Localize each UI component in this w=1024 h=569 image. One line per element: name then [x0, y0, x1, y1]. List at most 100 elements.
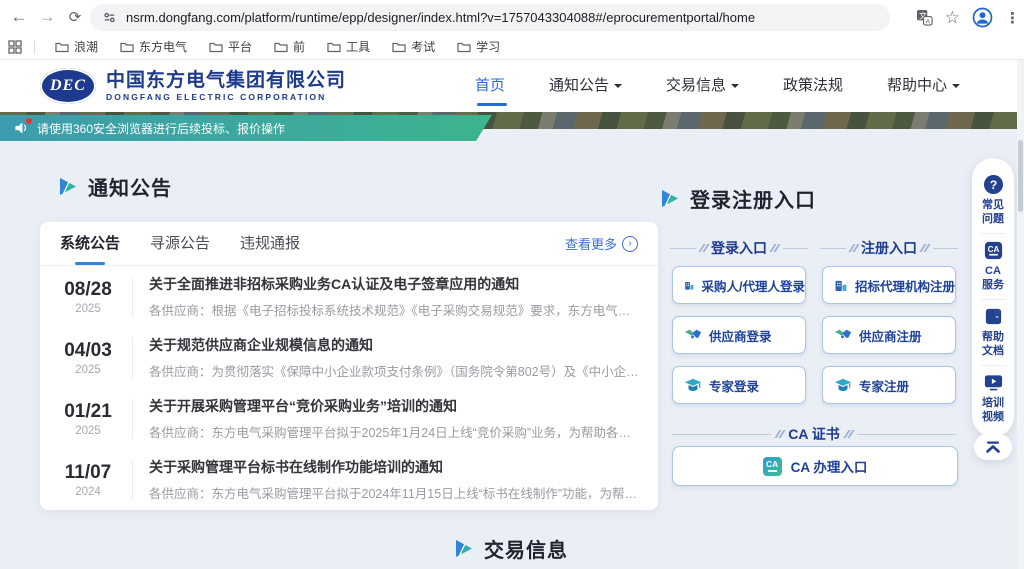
notice-date: 08/28 2025 — [60, 279, 116, 315]
notice-row[interactable]: 04/03 2025 关于规范供应商企业规模信息的通知 各供应商：为贯彻落实《保… — [40, 327, 658, 388]
bookmark-label: 浪潮 — [74, 38, 98, 55]
chevron-down-icon — [614, 84, 622, 92]
notice-desc: 各供应商：为贯彻落实《保障中小企业款项支付条例》（国务院令第802号）及《中小企… — [149, 361, 640, 380]
notice-title[interactable]: 关于规范供应商企业规模信息的通知 — [149, 335, 640, 355]
training-videos-item[interactable]: 培训视频 — [972, 366, 1014, 431]
notice-body: 关于全面推进非招标采购业务CA认证及电子签章应用的通知 各供应商：根据《电子招标… — [149, 274, 640, 319]
nav-help-center[interactable]: 帮助中心 — [887, 60, 960, 112]
chevron-right-circle-icon: › — [622, 236, 638, 252]
view-more-link[interactable]: 查看更多 › — [565, 234, 638, 253]
ca-badge-icon: CA — [763, 457, 782, 476]
video-icon — [982, 371, 1004, 393]
notice-divider — [132, 460, 133, 500]
login-entry-divider: 登录入口 — [670, 238, 808, 258]
nav-policies[interactable]: 政策法规 — [783, 60, 843, 112]
handshake-icon — [684, 327, 702, 343]
company-name-cn: 中国东方电气集团有限公司 — [106, 70, 346, 92]
ca-apply-button[interactable]: CA CA 办理入口 — [672, 446, 958, 486]
ca-service-item[interactable]: CA CA服务 — [972, 234, 1014, 299]
bookmark-folder[interactable]: 前 — [266, 36, 313, 57]
bidding-agency-register-button[interactable]: 招标代理机构注册 — [822, 266, 956, 304]
folder-icon — [392, 41, 406, 53]
register-entry-header: 注册入口 — [861, 238, 917, 258]
building-icon — [834, 277, 848, 294]
trade-section-heading: 交易信息 — [456, 534, 568, 563]
tab-sourcing-notices[interactable]: 寻源公告 — [150, 222, 210, 265]
graduation-cap-icon — [834, 377, 852, 393]
apps-grid-icon[interactable] — [8, 40, 22, 54]
supplier-register-button[interactable]: 供应商注册 — [822, 316, 956, 354]
bookmark-folder[interactable]: 考试 — [384, 36, 443, 57]
translate-icon[interactable]: 文 A — [916, 9, 933, 26]
chevron-up-icon — [985, 441, 1001, 453]
notice-body: 关于规范供应商企业规模信息的通知 各供应商：为贯彻落实《保障中小企业款项支付条例… — [149, 335, 640, 380]
notice-date: 04/03 2025 — [60, 340, 116, 376]
question-icon: ? — [982, 173, 1004, 195]
notice-title[interactable]: 关于全面推进非招标采购业务CA认证及电子签章应用的通知 — [149, 274, 640, 294]
graduation-cap-icon — [684, 377, 702, 393]
nav-trade-info[interactable]: 交易信息 — [666, 60, 739, 112]
menu-kebab-icon[interactable]: ⋮ — [1005, 9, 1020, 27]
bookmark-label: 东方电气 — [139, 38, 187, 55]
trade-section: 交易信息 — [0, 534, 1024, 563]
login-section-title: 登录注册入口 — [690, 184, 816, 213]
help-docs-item[interactable]: 帮助文档 — [972, 300, 1014, 365]
faq-item[interactable]: ? 常见问题 — [972, 168, 1014, 233]
expert-register-button[interactable]: 专家注册 — [822, 366, 956, 404]
notification-dot — [26, 118, 32, 124]
notice-title[interactable]: 关于开展采购管理平台“竞价采购业务”培训的通知 — [149, 396, 640, 416]
ca-icon: CA — [982, 239, 1004, 261]
forward-icon[interactable]: → — [34, 4, 60, 30]
reload-icon[interactable]: ⟳ — [62, 4, 88, 30]
login-entry-header: 登录入口 — [711, 238, 767, 258]
notices-section-title: 通知公告 — [88, 172, 172, 201]
bookmark-label: 工具 — [346, 38, 370, 55]
back-icon[interactable]: ← — [6, 4, 32, 30]
logo-text: 中国东方电气集团有限公司 DONGFANG ELECTRIC CORPORATI… — [106, 70, 346, 102]
notice-desc: 各供应商：东方电气采购管理平台拟于2024年11月15日上线“标书在线制作”功能… — [149, 483, 640, 502]
bookmark-label: 前 — [293, 38, 305, 55]
nav-notices[interactable]: 通知公告 — [549, 60, 622, 112]
profile-avatar-icon[interactable] — [972, 7, 993, 28]
scrollbar-thumb[interactable] — [1018, 140, 1023, 212]
notice-desc: 各供应商：东方电气采购管理平台拟于2025年1月24日上线“竞价采购”业务，为帮… — [149, 422, 640, 441]
notice-row[interactable]: 01/21 2025 关于开展采购管理平台“竞价采购业务”培训的通知 各供应商：… — [40, 388, 658, 449]
bookmark-folder[interactable]: 平台 — [201, 36, 260, 57]
register-entry-divider: 注册入口 — [820, 238, 958, 258]
bookmark-label: 考试 — [411, 38, 435, 55]
notice-desc: 各供应商：根据《电子招标投标系统技术规范》《电子采购交易规范》要求，东方电气采购… — [149, 300, 640, 319]
bookmark-folder[interactable]: 东方电气 — [112, 36, 195, 57]
scrollbar-track[interactable] — [1017, 60, 1024, 569]
bookmark-folder[interactable]: 工具 — [319, 36, 378, 57]
purchaser-agent-login-button[interactable]: 采购人/代理人登录 — [672, 266, 806, 304]
notice-title[interactable]: 关于采购管理平台标书在线制作功能培训的通知 — [149, 457, 640, 477]
notice-body: 关于采购管理平台标书在线制作功能培训的通知 各供应商：东方电气采购管理平台拟于2… — [149, 457, 640, 502]
supplier-login-button[interactable]: 供应商登录 — [672, 316, 806, 354]
chevron-down-icon — [952, 84, 960, 92]
folder-icon — [55, 41, 69, 53]
svg-text:CA: CA — [987, 244, 999, 253]
url-bar[interactable]: nsrm.dongfang.com/platform/runtime/epp/d… — [90, 4, 890, 31]
trade-section-title: 交易信息 — [484, 534, 568, 563]
bookmark-folder[interactable]: 学习 — [449, 36, 508, 57]
notice-row[interactable]: 11/07 2024 关于采购管理平台标书在线制作功能培训的通知 各供应商：东方… — [40, 449, 658, 510]
tab-violation-reports[interactable]: 违规通报 — [240, 222, 300, 265]
tab-system-notices[interactable]: 系统公告 — [60, 222, 120, 265]
login-section-heading: 登录注册入口 — [662, 184, 816, 213]
screen: ← → ⟳ nsrm.dongfang.com/platform/runtime… — [0, 0, 1024, 569]
nav-home[interactable]: 首页 — [475, 60, 505, 112]
bookmark-star-icon[interactable]: ☆ — [945, 8, 960, 28]
expert-login-button[interactable]: 专家登录 — [672, 366, 806, 404]
ca-cert-divider: CA 证书 — [672, 424, 956, 444]
building-icon — [684, 277, 695, 294]
site-info-icon[interactable] — [102, 10, 117, 25]
bookmark-label: 平台 — [228, 38, 252, 55]
bookmark-label: 学习 — [476, 38, 500, 55]
ticker-text: 请使用360安全浏览器进行后续投标、报价操作 — [37, 120, 285, 137]
company-logo[interactable]: DEC 中国东方电气集团有限公司 DONGFANG ELECTRIC CORPO… — [40, 68, 346, 104]
site-header: DEC 中国东方电气集团有限公司 DONGFANG ELECTRIC CORPO… — [0, 60, 1024, 112]
announcement-ticker[interactable]: 请使用360安全浏览器进行后续投标、报价操作 — [0, 115, 492, 141]
bookmark-folder[interactable]: 浪潮 — [47, 36, 106, 57]
notice-row[interactable]: 08/28 2025 关于全面推进非招标采购业务CA认证及电子签章应用的通知 各… — [40, 266, 658, 327]
back-to-top-button[interactable] — [974, 434, 1012, 460]
